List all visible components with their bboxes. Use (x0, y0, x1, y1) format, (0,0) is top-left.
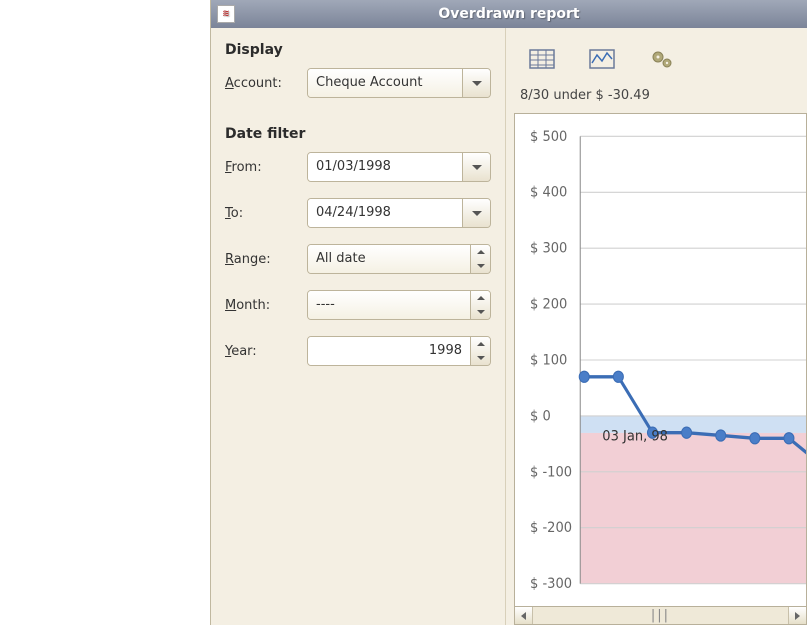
scroll-left-button[interactable] (515, 607, 533, 624)
month-spin-up[interactable] (471, 291, 490, 305)
svg-text:$ -200: $ -200 (530, 520, 572, 537)
titlebar[interactable]: ≋ Overdrawn report (211, 0, 807, 28)
display-section-head: Display (225, 42, 491, 58)
svg-text:$ 500: $ 500 (530, 128, 567, 145)
range-spinner[interactable] (470, 245, 490, 273)
year-spin-down[interactable] (471, 351, 490, 365)
chart-scrollbar[interactable]: ||| (514, 607, 807, 625)
year-spin-up[interactable] (471, 337, 490, 351)
to-date-button[interactable] (462, 199, 490, 227)
account-label: Account: (225, 76, 307, 91)
content-area: Display Account: Cheque Account Date fil… (211, 28, 807, 625)
svg-text:$ -100: $ -100 (530, 464, 572, 481)
range-spin-up[interactable] (471, 245, 490, 259)
balance-chart[interactable]: $ 500 $ 400 $ 300 $ 200 $ 100 $ 0 $ -100 $ -200… (514, 113, 807, 607)
gears-icon (648, 47, 676, 71)
month-row: Month: ---- (225, 290, 491, 320)
svg-text:03 Jan, 98: 03 Jan, 98 (602, 428, 668, 445)
year-row: Year: 1998 (225, 336, 491, 366)
range-row: Range: All date (225, 244, 491, 274)
range-combo-text: All date (308, 245, 470, 273)
svg-text:$ 300: $ 300 (530, 240, 567, 257)
app-icon: ≋ (217, 5, 235, 23)
view-list-button[interactable] (524, 42, 560, 76)
year-text[interactable]: 1998 (308, 337, 470, 365)
month-spin-down[interactable] (471, 305, 490, 319)
chevron-down-icon (472, 211, 482, 216)
account-combo-text: Cheque Account (308, 69, 462, 97)
svg-text:$ 400: $ 400 (530, 184, 567, 201)
account-combo-button[interactable] (462, 69, 490, 97)
status-line: 8/30 under $ -30.49 (506, 86, 807, 113)
range-label: Range: (225, 252, 307, 267)
date-filter-section-head: Date filter (225, 126, 491, 142)
settings-button[interactable] (644, 42, 680, 76)
year-label: Year: (225, 344, 307, 359)
chevron-down-icon (472, 165, 482, 170)
toolbar (506, 38, 807, 86)
svg-text:$ 100: $ 100 (530, 352, 567, 369)
range-spin-down[interactable] (471, 259, 490, 273)
line-chart-icon (588, 47, 616, 71)
month-combo[interactable]: ---- (307, 290, 491, 320)
range-combo[interactable]: All date (307, 244, 491, 274)
year-spinner[interactable] (470, 337, 490, 365)
from-date-combo[interactable]: 01/03/1998 (307, 152, 491, 182)
from-row: From: 01/03/1998 (225, 152, 491, 182)
to-date-text[interactable]: 04/24/1998 (308, 199, 462, 227)
triangle-up-icon (477, 296, 485, 300)
filter-panel: Display Account: Cheque Account Date fil… (211, 28, 506, 625)
account-row: Account: Cheque Account (225, 68, 491, 98)
account-combo[interactable]: Cheque Account (307, 68, 491, 98)
to-row: To: 04/24/1998 (225, 198, 491, 228)
year-spin[interactable]: 1998 (307, 336, 491, 366)
triangle-up-icon (477, 250, 485, 254)
triangle-down-icon (477, 310, 485, 314)
svg-text:$ 200: $ 200 (530, 296, 567, 313)
chevron-down-icon (472, 81, 482, 86)
from-date-button[interactable] (462, 153, 490, 181)
svg-text:$ 0: $ 0 (530, 408, 551, 425)
svg-text:$ -300: $ -300 (530, 575, 572, 592)
table-icon (528, 47, 556, 71)
chevron-left-icon (521, 612, 526, 620)
to-label: To: (225, 206, 307, 221)
view-chart-button[interactable] (584, 42, 620, 76)
month-combo-text: ---- (308, 291, 470, 319)
scroll-track[interactable]: ||| (533, 608, 788, 623)
triangle-down-icon (477, 356, 485, 360)
triangle-up-icon (477, 342, 485, 346)
window-title: Overdrawn report (438, 6, 579, 22)
from-label: From: (225, 160, 307, 175)
scroll-right-button[interactable] (788, 607, 806, 624)
from-date-text[interactable]: 01/03/1998 (308, 153, 462, 181)
report-panel: 8/30 under $ -30.49 $ 500 $ 400 $ 300 $ 200… (506, 28, 807, 625)
chevron-right-icon (795, 612, 800, 620)
month-spinner[interactable] (470, 291, 490, 319)
overdrawn-report-window: ≋ Overdrawn report Display Account: Cheq… (210, 0, 807, 625)
to-date-combo[interactable]: 04/24/1998 (307, 198, 491, 228)
month-label: Month: (225, 298, 307, 313)
triangle-down-icon (477, 264, 485, 268)
